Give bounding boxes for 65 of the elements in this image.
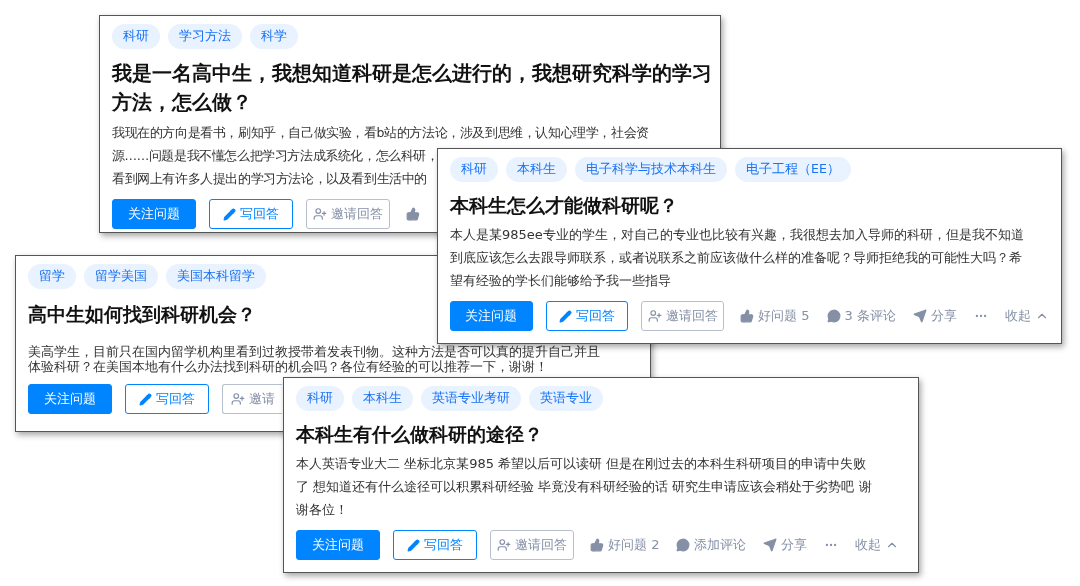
- pencil-icon: [223, 207, 236, 221]
- follow-button[interactable]: 关注问题: [450, 301, 533, 331]
- invite-button[interactable]: 邀请回答: [490, 530, 574, 560]
- question-title[interactable]: 本科生怎么才能做科研呢？: [450, 192, 678, 219]
- question-title[interactable]: 我是一名高中生，我想知道科研是怎么进行的，我想研究科学的学习: [112, 59, 712, 88]
- question-text: 了 想知道还有什么途径可以积累科研经验 毕竟没有科研经验的话 研究生申请应该会稍处于劣势吧 谢: [296, 478, 872, 496]
- follow-button[interactable]: 关注问题: [296, 530, 380, 560]
- comment-icon: [826, 309, 841, 323]
- comment-button[interactable]: 3 条评论: [826, 306, 896, 326]
- pencil-icon: [559, 309, 573, 323]
- topic-tag[interactable]: 科研: [296, 386, 344, 411]
- invite-button[interactable]: 邀请回答: [306, 199, 390, 229]
- question-title[interactable]: 高中生如何找到科研机会？: [28, 301, 256, 328]
- pencil-icon: [407, 538, 420, 552]
- share-button[interactable]: 分享: [763, 535, 808, 555]
- question-text: 我现在的方向是看书，刷知乎，自己做实验，看b站的方法论，涉及到思维，认知心理学，社会资: [112, 124, 649, 142]
- comment-icon: [676, 538, 691, 552]
- question-text: 到底应该怎么去跟导师联系，或者说联系之前应该做什么样的准备呢？导师拒绝我的可能性大吗？希: [450, 249, 1022, 267]
- topic-tag[interactable]: 美国本科留学: [166, 264, 266, 289]
- topic-tag[interactable]: 科研: [450, 157, 498, 182]
- topic-tag[interactable]: 英语专业考研: [421, 386, 521, 411]
- question-text: 本人是某985ee专业的学生，对自己的专业也比较有兴趣，我很想去加入导师的科研，但是我不知道: [450, 226, 1024, 244]
- thumbs-up-icon: [740, 309, 755, 323]
- paper-plane-icon: [763, 538, 778, 552]
- write-answer-button[interactable]: 写回答: [545, 301, 629, 331]
- topic-tag[interactable]: 电子工程（EE）: [735, 157, 851, 182]
- share-button[interactable]: 分享: [913, 306, 957, 326]
- question-text: 美高学生，目前只在国内留学机构里看到过教授带着发表刊物。这种方法是否可以真的提升自己并且: [28, 344, 600, 359]
- topic-tag[interactable]: 科研: [112, 24, 160, 49]
- topic-tag[interactable]: 留学美国: [84, 264, 158, 289]
- question-text: 本人英语专业大二 坐标北京某985 希望以后可以读研 但是在刚过去的本科生科研项目的申请中失败: [296, 455, 867, 473]
- invite-button[interactable]: 邀请: [222, 384, 282, 414]
- topic-tag[interactable]: 科学: [250, 24, 298, 49]
- pencil-icon: [139, 392, 152, 406]
- topic-tag[interactable]: 本科生: [506, 157, 567, 182]
- topic-tag[interactable]: 学习方法: [168, 24, 242, 49]
- user-plus-icon: [313, 207, 327, 221]
- question-text: 谢各位！: [296, 501, 348, 519]
- collapse-button[interactable]: 收起: [855, 535, 900, 555]
- topic-tag[interactable]: 电子科学与技术本科生: [575, 157, 727, 182]
- question-text: 源……问题是我不懂怎么把学习方法成系统化，怎么科研，: [112, 147, 439, 165]
- paper-plane-icon: [913, 309, 927, 323]
- upvote-button[interactable]: 好问题 2: [590, 535, 660, 555]
- write-answer-button[interactable]: 写回答: [125, 384, 209, 414]
- user-plus-icon: [647, 309, 662, 323]
- topic-tag[interactable]: 英语专业: [529, 386, 603, 411]
- follow-button[interactable]: 关注问题: [112, 199, 196, 229]
- question-text: 望有经验的学长们能够给予我一些指导: [450, 272, 671, 290]
- invite-button[interactable]: 邀请回答: [641, 301, 725, 331]
- thumbs-up-icon: [406, 207, 420, 221]
- question-text: 看到网上有许多人提出的学习方法论，以及看到生活中的: [112, 170, 427, 188]
- write-answer-button[interactable]: 写回答: [393, 530, 477, 560]
- user-plus-icon: [231, 392, 245, 406]
- write-answer-button[interactable]: 写回答: [209, 199, 293, 229]
- topic-tag[interactable]: 本科生: [352, 386, 413, 411]
- topic-tag[interactable]: 留学: [28, 264, 76, 289]
- follow-button[interactable]: 关注问题: [28, 384, 112, 414]
- question-title[interactable]: 本科生有什么做科研的途径？: [296, 421, 543, 448]
- user-plus-icon: [497, 538, 511, 552]
- collapse-button[interactable]: 收起: [1005, 306, 1049, 326]
- upvote-button[interactable]: 好问题 5: [740, 306, 810, 326]
- thumbs-up-icon: [590, 538, 604, 552]
- question-text: 体验科研？在美国本地有什么办法找到科研的机会吗？各位有经验的可以推荐一下，谢谢！: [28, 359, 548, 374]
- comment-button[interactable]: 添加评论: [676, 535, 747, 555]
- question-title[interactable]: 方法，怎么做？: [112, 88, 252, 117]
